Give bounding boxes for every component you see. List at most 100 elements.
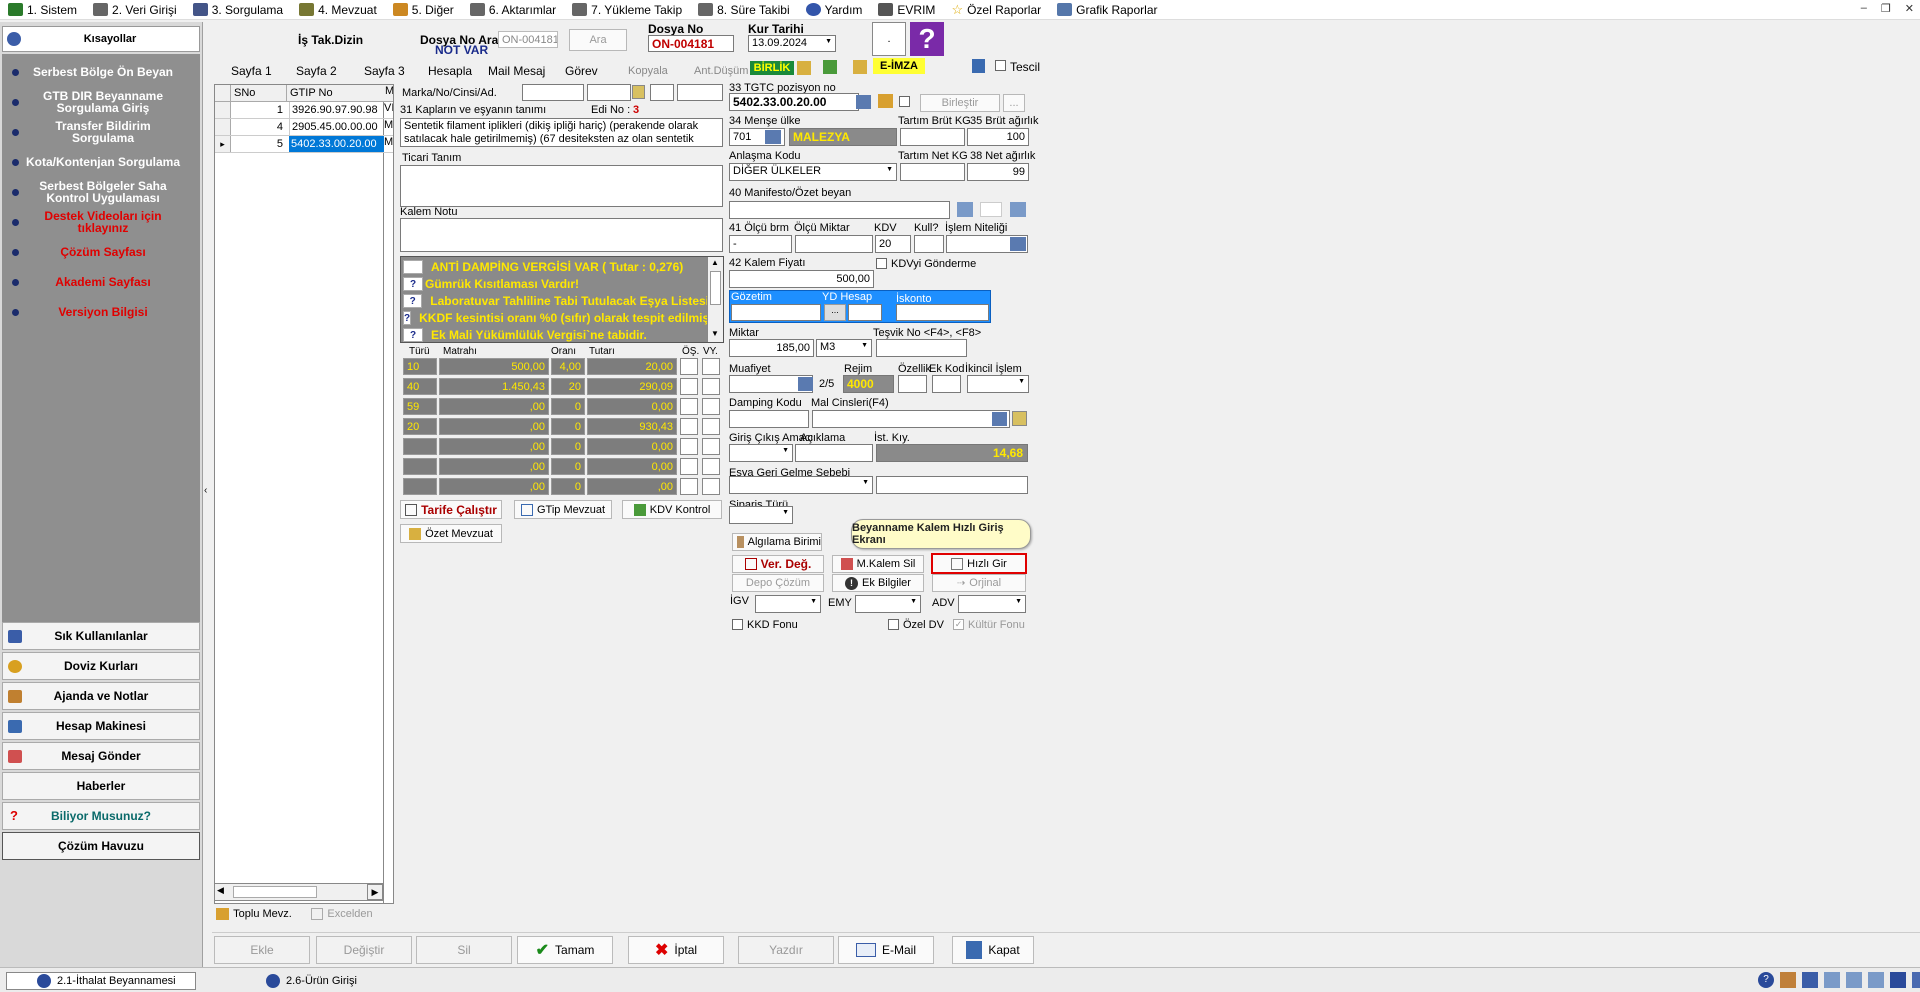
manifesto-refresh-icon[interactable] <box>1010 202 1026 217</box>
kapat-button[interactable]: Kapat <box>952 936 1034 964</box>
warnings-scrollbar[interactable]: ▲ ▼ <box>707 257 723 342</box>
more-button[interactable]: ... <box>1003 94 1025 112</box>
manifesto-blank-button[interactable] <box>980 202 1002 217</box>
mal-cinsleri-input[interactable] <box>812 410 1010 428</box>
menu-mevzuat[interactable]: 4. Mevzuat <box>291 0 385 20</box>
gozetim-more-button[interactable]: ... <box>824 304 846 321</box>
menu-evrim[interactable]: EVRIM <box>870 0 943 20</box>
sidebar-item-transfer[interactable]: Transfer Bildirim Sorgulama <box>2 118 200 146</box>
manifesto-input[interactable] <box>729 201 950 219</box>
sidebar-item-versiyon[interactable]: Versiyon Bilgisi <box>2 298 200 326</box>
islem-lookup-icon[interactable] <box>1010 237 1026 251</box>
tax-cell-tutar[interactable]: 0,00 <box>587 438 677 455</box>
excelden-button[interactable]: Excelden <box>306 904 378 924</box>
birlik-badge[interactable]: BİRLİK <box>750 61 794 75</box>
tax-cell-os[interactable] <box>680 458 698 475</box>
tax-cell-vy[interactable] <box>702 398 720 415</box>
tax-cell-os[interactable] <box>680 378 698 395</box>
miktar-input[interactable]: 185,00 <box>729 339 814 357</box>
ozellik-input[interactable] <box>898 375 927 393</box>
marka-input-1[interactable] <box>522 84 584 101</box>
tab-hesapla[interactable]: Hesapla <box>424 62 476 80</box>
alglama-birimi-button[interactable]: Algılama Birimi <box>732 533 822 551</box>
tax-cell-matrah[interactable]: ,00 <box>439 398 549 415</box>
menu-yardim[interactable]: Yardım <box>798 0 871 20</box>
mal-cinsleri-lookup-icon[interactable] <box>992 412 1007 426</box>
esya-geri-aciklama-input[interactable] <box>876 476 1028 494</box>
zoom-in-icon[interactable] <box>1824 972 1840 988</box>
tax-cell-os[interactable] <box>680 398 698 415</box>
warning-anti-damping[interactable]: ANTİ DAMPİNG VERGİSİ VAR ( Tutar : 0,276… <box>403 259 709 275</box>
tartim-net-input[interactable] <box>900 163 965 181</box>
tax-cell-matrah[interactable]: ,00 <box>439 478 549 495</box>
stack-icon[interactable] <box>878 94 893 108</box>
tax-cell-matrah[interactable]: 1.450,43 <box>439 378 549 395</box>
tab-sayfa-2[interactable]: Sayfa 2 <box>292 62 341 80</box>
kur-tarihi-picker[interactable]: 13.09.2024 <box>748 35 836 52</box>
menu-veri-girisi[interactable]: 2. Veri Girişi <box>85 0 185 20</box>
print-icon[interactable] <box>972 59 985 73</box>
mal-cinsleri-edit-icon[interactable] <box>1012 411 1027 426</box>
save-icon[interactable] <box>1890 972 1906 988</box>
sil-button[interactable]: Sil <box>416 936 512 964</box>
scroll-up-icon[interactable]: ▲ <box>711 258 719 267</box>
warning-ek-mali[interactable]: ? Ek Mali Yükümlülük Vergisi`ne tabidir. <box>403 327 709 343</box>
ek-kod-input[interactable] <box>932 375 961 393</box>
kopyala-button[interactable]: Kopyala <box>624 62 672 80</box>
refresh-icon[interactable] <box>853 60 867 74</box>
ozel-dv-checkbox[interactable] <box>888 619 899 630</box>
upload-icon[interactable] <box>823 60 837 74</box>
dosya-no-field[interactable]: ON-004181 <box>648 35 734 52</box>
e-mail-button[interactable]: E-Mail <box>838 936 934 964</box>
tax-cell-turu[interactable] <box>403 458 437 475</box>
m-kalem-sil-button[interactable]: M.Kalem Sil <box>832 555 924 573</box>
ant-dusum-button[interactable]: Ant.Düşüm <box>690 62 752 80</box>
search-icon[interactable] <box>1868 972 1884 988</box>
igv-select[interactable] <box>755 595 821 613</box>
muafiyet-lookup-icon[interactable] <box>798 377 813 391</box>
tax-row[interactable]: 59,00 0 0,00 <box>403 398 723 416</box>
tax-cell-vy[interactable] <box>702 478 720 495</box>
tax-cell-tutar[interactable]: 930,43 <box>587 418 677 435</box>
scroll-right-icon[interactable]: ▶ <box>367 884 383 900</box>
warning-gumruk-kisitlamasi[interactable]: ? Gümrük Kısıtlaması Vardır! <box>403 276 709 292</box>
sidebar-button-ajanda[interactable]: Ajanda ve Notlar <box>2 682 200 710</box>
tesvik-input[interactable] <box>876 339 967 357</box>
ekle-button[interactable]: Ekle <box>214 936 310 964</box>
kultur-fonu-checkbox[interactable]: ✓ <box>953 619 964 630</box>
tax-cell-vy[interactable] <box>702 438 720 455</box>
tax-cell-matrah[interactable]: ,00 <box>439 438 549 455</box>
sidebar-button-mesaj-gonder[interactable]: Mesaj Gönder <box>2 742 200 770</box>
manifesto-list-icon[interactable] <box>957 202 973 217</box>
scroll-thumb[interactable] <box>710 271 721 305</box>
sidebar-button-biliyor-musunuz[interactable]: ? Biliyor Musunuz? <box>2 802 200 830</box>
yazdir-button[interactable]: Yazdır <box>738 936 834 964</box>
tax-cell-tutar[interactable]: 290,09 <box>587 378 677 395</box>
sidebar-button-haberler[interactable]: Haberler <box>2 772 200 800</box>
tab-gorev[interactable]: Görev <box>561 62 602 80</box>
grid-header-me[interactable]: Me <box>384 85 393 102</box>
sidebar-item-cozum-sayfasi[interactable]: Çözüm Sayfası <box>2 238 200 266</box>
sidebar-item-akademi[interactable]: Akademi Sayfası <box>2 268 200 296</box>
scroll-thumb[interactable] <box>233 886 317 898</box>
scroll-left-icon[interactable]: ◀ <box>217 885 224 896</box>
gozetim-input[interactable] <box>731 304 821 321</box>
tgtc-checkbox[interactable] <box>899 96 910 107</box>
tax-cell-matrah[interactable]: 500,00 <box>439 358 549 375</box>
menu-sorgulama[interactable]: 3. Sorgulama <box>185 0 291 20</box>
tax-cell-turu[interactable]: 40 <box>403 378 437 395</box>
restore-icon[interactable]: ❐ <box>1881 2 1891 15</box>
kdv-gonderme-checkbox[interactable] <box>876 258 887 269</box>
tax-cell-os[interactable] <box>680 438 698 455</box>
tax-cell-os[interactable] <box>680 358 698 375</box>
users-icon[interactable] <box>1780 972 1796 988</box>
orjinal-button[interactable]: ⇢ Orjinal <box>932 574 1026 592</box>
iskonto-input[interactable] <box>896 304 989 321</box>
marka-input-2[interactable] <box>587 84 631 101</box>
menu-grafik-raporlar[interactable]: Grafik Raporlar <box>1049 0 1165 20</box>
tax-cell-matrah[interactable]: ,00 <box>439 458 549 475</box>
kdv-input[interactable]: 20 <box>875 235 911 253</box>
tax-cell-tutar[interactable]: 20,00 <box>587 358 677 375</box>
tax-cell-oran[interactable]: 0 <box>551 438 585 455</box>
birlestir-button[interactable]: Birleştir <box>920 94 1000 112</box>
